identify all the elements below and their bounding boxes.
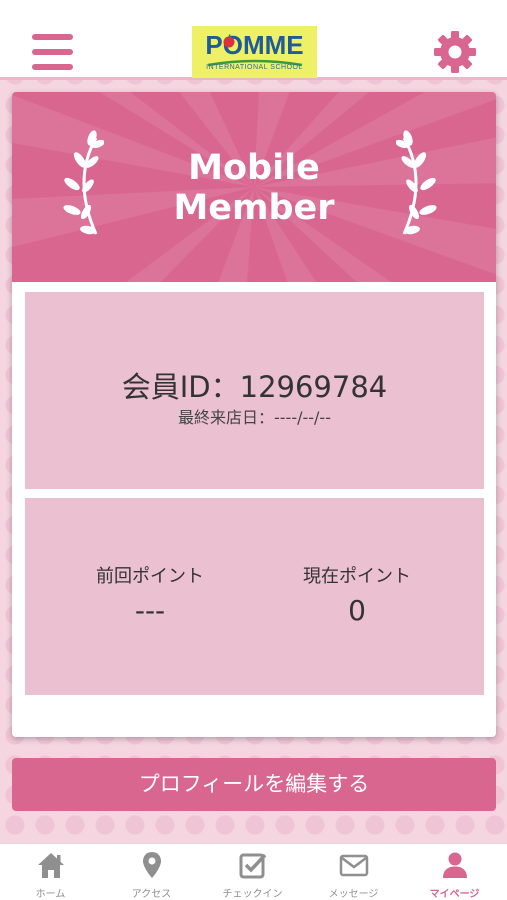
hamburger-menu-icon[interactable] — [32, 34, 73, 70]
gear-icon[interactable] — [434, 31, 476, 73]
tab-mypage[interactable]: マイページ — [404, 844, 505, 900]
edit-profile-button[interactable]: プロフィールを編集する — [12, 758, 496, 811]
current-points-label: 現在ポイント — [303, 566, 411, 587]
points-panel: 前回ポイント --- 現在ポイント 0 — [25, 498, 484, 695]
tab-access[interactable]: アクセス — [101, 844, 202, 900]
pomme-logo: POMME INTERNATIONAL SCHOOL — [192, 26, 317, 78]
tab-label: ホーム — [35, 889, 66, 900]
tab-home[interactable]: ホーム — [0, 844, 101, 900]
mail-icon — [339, 854, 369, 877]
user-icon — [443, 852, 467, 878]
last-visit-date: 最終来店日：----/--/-- — [178, 408, 331, 427]
tab-label: チェックイン — [222, 889, 283, 900]
app-header: POMME INTERNATIONAL SCHOOL — [0, 0, 507, 80]
tab-label: アクセス — [131, 889, 172, 900]
laurel-right-icon — [396, 130, 437, 235]
current-points-value: 0 — [348, 594, 366, 627]
member-info-panel: 会員ID：12969784 最終来店日：----/--/-- — [25, 292, 484, 489]
previous-points-value: --- — [134, 594, 166, 627]
tab-message[interactable]: メッセージ — [303, 844, 404, 900]
tab-label: マイページ — [429, 889, 480, 900]
logo-name: POMME — [205, 30, 304, 60]
member-banner: Mobile Member — [12, 92, 496, 282]
checkin-icon — [239, 853, 267, 879]
map-pin-icon — [143, 852, 161, 878]
apple-icon — [223, 34, 235, 48]
logo-subtitle: INTERNATIONAL SCHOOL — [206, 64, 303, 71]
previous-points-label: 前回ポイント — [96, 566, 204, 587]
tab-checkin[interactable]: チェックイン — [202, 844, 303, 900]
home-icon — [38, 853, 64, 878]
tab-label: メッセージ — [328, 889, 379, 900]
member-id: 会員ID：12969784 — [121, 370, 388, 404]
bottom-tab-bar: ホーム アクセス チェックイン メッセージ マイページ — [0, 843, 507, 900]
member-card: Mobile Member 会員ID：12969784 最終来店日：----/-… — [12, 92, 496, 737]
